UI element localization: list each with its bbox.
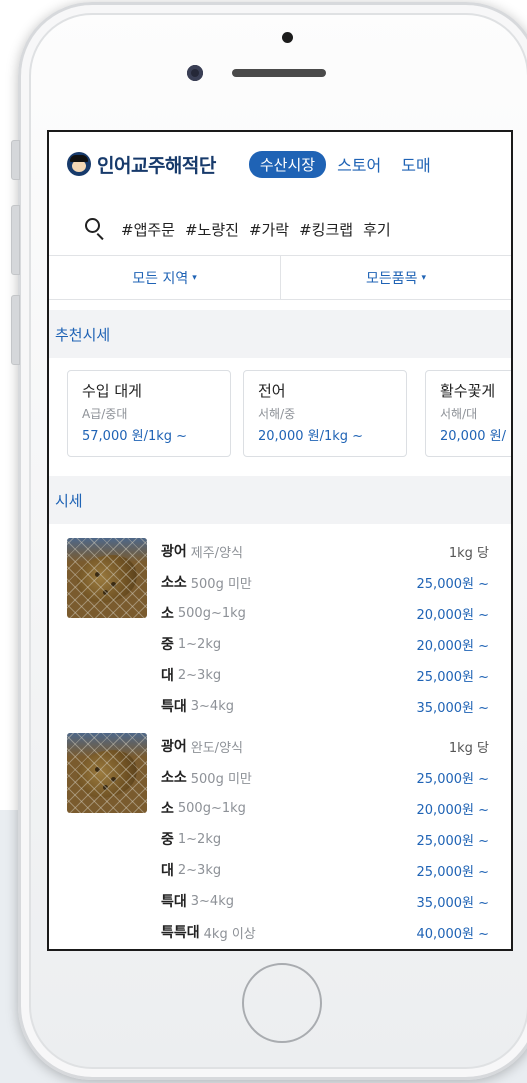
filter-bar: 모든 지역 ▾ 모든품목 ▾ <box>49 255 511 300</box>
price-value: 35,000원 ~ <box>416 895 489 911</box>
price-value: 25,000원 ~ <box>416 833 489 849</box>
size-range: 1~2kg <box>177 831 222 847</box>
region-filter-label: 모든 지역 <box>132 270 189 287</box>
price-value: 20,000원 ~ <box>416 638 489 654</box>
size-label: 특대 <box>161 699 187 715</box>
fish-name: 광어 <box>161 739 187 755</box>
price-value: 25,000원 ~ <box>416 771 489 787</box>
price-row: 소소 500g 미만 25,000원 ~ <box>161 569 491 595</box>
size-label: 중 <box>161 637 174 653</box>
brand-title: 인어교주해적단 <box>97 154 216 177</box>
size-label: 대 <box>161 863 174 879</box>
price-row: 특특대 4kg 이상 40,000원 ~ <box>161 919 491 945</box>
group-header: 광어 제주/양식 1kg 당 <box>161 538 491 564</box>
tag-noryangjin[interactable]: #노량진 <box>185 219 239 240</box>
front-camera <box>187 65 203 81</box>
size-range: 500g 미만 <box>190 576 252 592</box>
size-range: 3~4kg <box>190 698 234 714</box>
size-label: 소 <box>161 801 174 817</box>
group-header: 광어 완도/양식 1kg 당 <box>161 733 491 759</box>
size-range: 500g~1kg <box>177 800 246 816</box>
price-value: 25,000원 ~ <box>416 576 489 592</box>
rec-price: 57,000 원/1kg ~ <box>82 429 188 444</box>
size-label: 대 <box>161 668 174 684</box>
volume-down-button <box>11 295 20 365</box>
price-row: 소소 500g 미만 25,000원 ~ <box>161 764 491 790</box>
pirate-logo-icon <box>67 152 91 176</box>
caret-down-icon: ▾ <box>192 272 197 283</box>
tab-fish-market[interactable]: 수산시장 <box>248 150 327 178</box>
price-row: 대 2~3kg 25,000원 ~ <box>161 662 491 688</box>
tab-store[interactable]: 스토어 <box>337 152 381 176</box>
tag-bar: #앱주문 #노량진 #가락 #킹크랩 후기 <box>49 212 511 246</box>
size-range: 1~2kg <box>177 636 222 652</box>
size-label: 중 <box>161 832 174 848</box>
price-unit: 1kg 당 <box>448 545 489 561</box>
size-range: 4kg 이상 <box>203 926 256 942</box>
price-unit: 1kg 당 <box>448 740 489 756</box>
rec-name: 활수꽃게 <box>440 382 496 400</box>
volume-up-button <box>11 205 20 275</box>
flatfish-thumbnail <box>67 538 147 618</box>
rec-name: 전어 <box>258 382 286 400</box>
recommended-card[interactable]: 활수꽃게 서해/대 20,000 원/ <box>425 370 511 457</box>
tag-garak[interactable]: #가락 <box>249 219 289 240</box>
region-filter[interactable]: 모든 지역 ▾ <box>49 256 280 299</box>
prices-heading: 시세 <box>49 476 511 524</box>
size-label: 소소 <box>161 575 187 591</box>
size-label: 소소 <box>161 770 187 786</box>
size-range: 2~3kg <box>177 862 222 878</box>
earpiece-speaker <box>232 69 326 77</box>
price-row: 특대 3~4kg 35,000원 ~ <box>161 888 491 914</box>
size-range: 500g~1kg <box>177 605 246 621</box>
tag-app-order[interactable]: #앱주문 <box>121 219 175 240</box>
brand-logo[interactable]: 인어교주해적단 <box>67 151 216 178</box>
price-row: 중 1~2kg 25,000원 ~ <box>161 826 491 852</box>
size-range: 3~4kg <box>190 893 234 909</box>
item-filter[interactable]: 모든품목 ▾ <box>280 256 511 299</box>
price-value: 20,000원 ~ <box>416 607 489 623</box>
price-row: 대 2~3kg 25,000원 ~ <box>161 857 491 883</box>
size-label: 특대 <box>161 894 187 910</box>
rec-grade: A급/중대 <box>82 407 128 421</box>
recommended-heading: 추천시세 <box>49 310 511 358</box>
recommended-list: 수입 대게 A급/중대 57,000 원/1kg ~ 전어 서해/중 20,00… <box>49 368 511 464</box>
caret-down-icon: ▾ <box>421 272 427 283</box>
price-value: 40,000원 ~ <box>416 926 489 942</box>
size-range: 2~3kg <box>177 667 222 683</box>
recommended-card[interactable]: 수입 대게 A급/중대 57,000 원/1kg ~ <box>67 370 231 457</box>
price-row: 특대 3~4kg 35,000원 ~ <box>161 693 491 719</box>
size-label: 특특대 <box>161 925 200 941</box>
recommended-card[interactable]: 전어 서해/중 20,000 원/1kg ~ <box>243 370 407 457</box>
home-button[interactable] <box>242 963 322 1043</box>
rec-price: 20,000 원/ <box>440 429 506 444</box>
tab-wholesale[interactable]: 도매 <box>401 152 430 176</box>
mute-switch <box>11 140 20 180</box>
item-filter-label: 모든품목 <box>365 270 418 287</box>
rec-price: 20,000 원/1kg ~ <box>258 429 364 444</box>
rec-grade: 서해/대 <box>440 407 478 421</box>
top-navigation: 인어교주해적단 수산시장 스토어 도매 <box>49 132 511 196</box>
tag-reviews[interactable]: 후기 <box>363 219 391 240</box>
price-value: 25,000원 ~ <box>416 864 489 880</box>
size-label: 소 <box>161 606 174 622</box>
price-row: 소 500g~1kg 20,000원 ~ <box>161 600 491 626</box>
size-range: 500g 미만 <box>190 771 252 787</box>
rec-grade: 서해/중 <box>258 407 296 421</box>
price-value: 20,000원 ~ <box>416 802 489 818</box>
app-screen: 인어교주해적단 수산시장 스토어 도매 #앱주문 #노량진 #가락 #킹크랩 후… <box>47 130 513 951</box>
front-camera-dot <box>282 32 293 43</box>
flatfish-thumbnail <box>67 733 147 813</box>
price-row: 중 1~2kg 20,000원 ~ <box>161 631 491 657</box>
price-value: 25,000원 ~ <box>416 669 489 685</box>
fish-origin: 제주/양식 <box>190 545 243 561</box>
price-row: 소 500g~1kg 20,000원 ~ <box>161 795 491 821</box>
rec-name: 수입 대게 <box>82 382 142 400</box>
search-icon[interactable] <box>83 217 107 241</box>
price-value: 35,000원 ~ <box>416 700 489 716</box>
fish-origin: 완도/양식 <box>190 740 243 756</box>
tag-king-crab[interactable]: #킹크랩 <box>299 219 353 240</box>
fish-name: 광어 <box>161 544 187 560</box>
